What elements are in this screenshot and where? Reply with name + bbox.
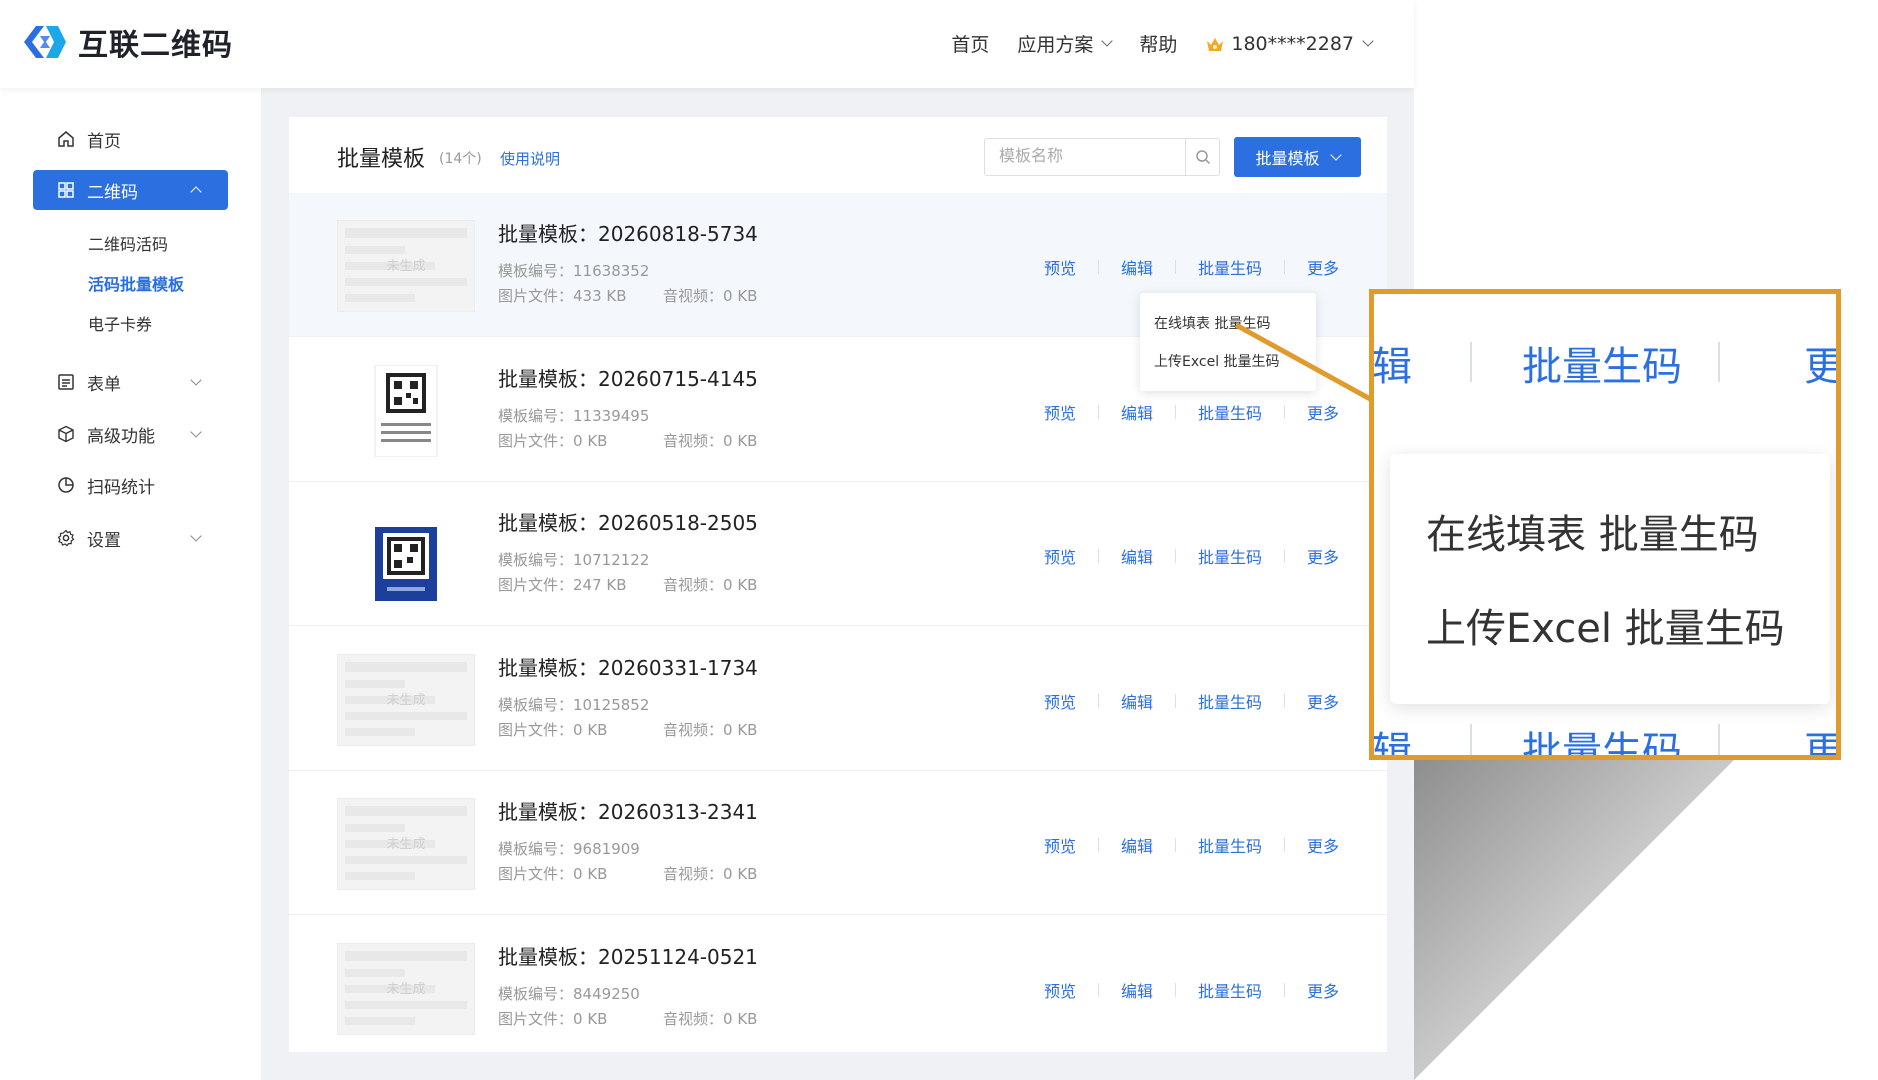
zoom-more-fragment: 更 — [1804, 729, 1841, 760]
zoom-dropdown: 在线填表 批量生码 上传Excel 批量生码 — [1390, 454, 1830, 704]
zoom-callout: 辑 批量生码 更 在线填表 批量生码 上传Excel 批量生码 辑 批量生码 更 — [1369, 289, 1841, 760]
zoom-separator — [1470, 724, 1472, 755]
zoom-separator — [1470, 342, 1472, 382]
zoom-excel-upload: 上传Excel 批量生码 — [1426, 606, 1785, 652]
zoom-separator — [1718, 342, 1720, 382]
zoom-more-fragment: 更 — [1804, 344, 1841, 390]
zoom-edit-fragment: 辑 — [1372, 729, 1412, 760]
zoom-batch-label: 批量生码 — [1522, 344, 1682, 390]
zoom-edit-fragment: 辑 — [1372, 344, 1412, 390]
zoom-batch-label: 批量生码 — [1522, 729, 1682, 760]
zoom-online-fill: 在线填表 批量生码 — [1426, 512, 1759, 558]
zoom-separator — [1718, 724, 1720, 755]
